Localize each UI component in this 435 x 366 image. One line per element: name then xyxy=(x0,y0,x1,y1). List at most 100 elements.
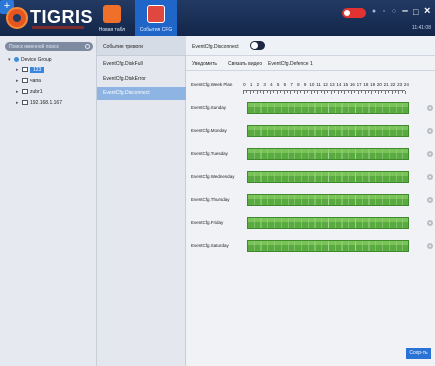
chevron-right-icon[interactable]: ▸ xyxy=(16,66,21,75)
event-item[interactable]: EventCfg.DiskError xyxy=(97,73,186,86)
device-search[interactable] xyxy=(5,42,93,51)
schedule-bar[interactable] xyxy=(247,240,409,252)
gear-icon[interactable] xyxy=(427,197,433,203)
hour-tick xyxy=(378,91,379,94)
enable-row: EventCfg.Disconnect xyxy=(186,36,435,56)
hour-label: 7 xyxy=(290,82,293,87)
record-indicator[interactable] xyxy=(342,8,366,18)
enable-toggle[interactable] xyxy=(250,41,265,50)
logo-icon xyxy=(6,7,28,29)
hour-tick xyxy=(381,91,383,93)
hour-tick xyxy=(313,91,315,93)
new-tab-button[interactable]: Новая табл xyxy=(95,0,129,36)
hour-tick xyxy=(320,91,322,93)
hour-tick xyxy=(401,91,403,93)
minimize-icon[interactable]: – xyxy=(402,5,408,17)
schedule-bar[interactable] xyxy=(247,217,409,229)
hour-tick xyxy=(259,91,261,93)
hour-tick xyxy=(300,91,302,93)
hour-label: 4 xyxy=(270,82,273,87)
panel-header: Событие тревоги xyxy=(97,36,186,56)
hour-tick xyxy=(357,91,359,94)
event-item-selected[interactable]: EventCfg.Disconnect xyxy=(97,87,186,100)
alarm-event-panel: Событие тревоги EventCfg.DiskFull EventC… xyxy=(97,36,186,366)
clock: 11:41:08 xyxy=(411,25,431,31)
gear-icon[interactable] xyxy=(427,128,433,134)
hour-label: 14 xyxy=(336,82,342,87)
day-label: EventCfg.Tuesday xyxy=(191,151,228,156)
hour-tick xyxy=(286,91,288,93)
hour-label: 10 xyxy=(309,82,315,87)
hour-tick xyxy=(361,91,363,93)
gear-icon[interactable] xyxy=(427,220,433,226)
schedule-bar[interactable] xyxy=(247,125,409,137)
monitor-icon xyxy=(22,78,28,84)
event-item[interactable]: EventCfg.DiskFull xyxy=(97,58,186,71)
hour-tick xyxy=(398,91,400,94)
chevron-right-icon[interactable]: ▸ xyxy=(16,88,21,97)
group-icon xyxy=(14,57,19,63)
chevron-right-icon[interactable]: ▸ xyxy=(16,99,21,108)
hour-tick xyxy=(364,91,366,94)
logo-text: TIGRIS xyxy=(30,7,94,27)
gear-icon[interactable] xyxy=(427,151,433,157)
gear-icon[interactable] xyxy=(427,105,433,111)
tree-item-device[interactable]: ▸ 192.168.1.167 xyxy=(16,99,62,108)
search-input[interactable] xyxy=(9,43,81,50)
schedule-bar[interactable] xyxy=(247,171,409,183)
schedule-bar[interactable] xyxy=(247,194,409,206)
hour-tick xyxy=(344,91,346,94)
settings-icon[interactable]: ○ xyxy=(390,8,398,16)
hour-label: 11 xyxy=(316,82,321,87)
tree-item-device[interactable]: ▸ zubr1 xyxy=(16,88,43,97)
hour-tick xyxy=(276,91,278,94)
hour-label: 1 xyxy=(249,82,253,87)
gear-icon[interactable] xyxy=(427,174,433,180)
user-icon[interactable]: ● xyxy=(370,8,378,16)
search-icon[interactable] xyxy=(85,44,90,49)
chevron-down-icon[interactable]: ▾ xyxy=(8,56,13,65)
schedule-bar[interactable] xyxy=(247,102,409,114)
title-bar: TIGRIS Новая табл События СFG + ● ▫ ○ – … xyxy=(0,0,435,36)
hour-label: 5 xyxy=(276,82,280,87)
hour-tick xyxy=(307,91,309,93)
hour-tick xyxy=(266,91,268,93)
hour-label: 20 xyxy=(376,82,382,87)
chevron-right-icon[interactable]: ▸ xyxy=(16,77,21,86)
hour-tick xyxy=(327,91,329,93)
save-button[interactable]: Сохр-ть xyxy=(406,348,431,359)
hour-tick xyxy=(290,91,292,94)
event-config-tab[interactable]: События СFG xyxy=(135,0,177,36)
hour-label: 12 xyxy=(322,82,328,87)
hour-tick xyxy=(405,91,406,94)
hour-tick xyxy=(317,91,319,94)
tree-item-device[interactable]: ▸ 123 xyxy=(16,66,45,75)
tab-notify[interactable]: Уведомить xyxy=(192,61,217,67)
hour-tick xyxy=(354,91,356,93)
day-label: EventCfg.Friday xyxy=(191,220,224,225)
day-label: EventCfg.Monday xyxy=(191,128,227,133)
tree-item-device-group[interactable]: ▾ Device Group xyxy=(8,56,52,65)
day-label: EventCfg.Thursday xyxy=(191,197,230,202)
tab-link-video[interactable]: Связать видео xyxy=(228,61,262,67)
close-icon[interactable]: × xyxy=(424,5,430,17)
hour-tick xyxy=(334,91,336,93)
tab-defence[interactable]: EventCfg.Defence 1 xyxy=(268,61,313,67)
hour-tick xyxy=(273,91,275,93)
new-tab-label: Новая табл xyxy=(98,27,126,33)
hour-label: 0 xyxy=(243,82,246,87)
lock-icon[interactable]: ▫ xyxy=(380,8,388,16)
maximize-icon[interactable]: □ xyxy=(413,7,418,17)
gear-icon[interactable] xyxy=(427,243,433,249)
hour-tick xyxy=(280,91,282,93)
hour-ticks xyxy=(243,90,406,94)
hour-label: 24 xyxy=(403,82,409,87)
hour-tick xyxy=(394,91,396,93)
hour-label: 2 xyxy=(256,82,260,87)
hour-tick xyxy=(283,91,285,94)
day-label: EventCfg.Sunday xyxy=(191,105,227,110)
monitor-icon xyxy=(22,100,28,106)
tree-item-device[interactable]: ▸ чапа xyxy=(16,77,41,86)
hour-tick xyxy=(263,91,265,94)
schedule-bar[interactable] xyxy=(247,148,409,160)
